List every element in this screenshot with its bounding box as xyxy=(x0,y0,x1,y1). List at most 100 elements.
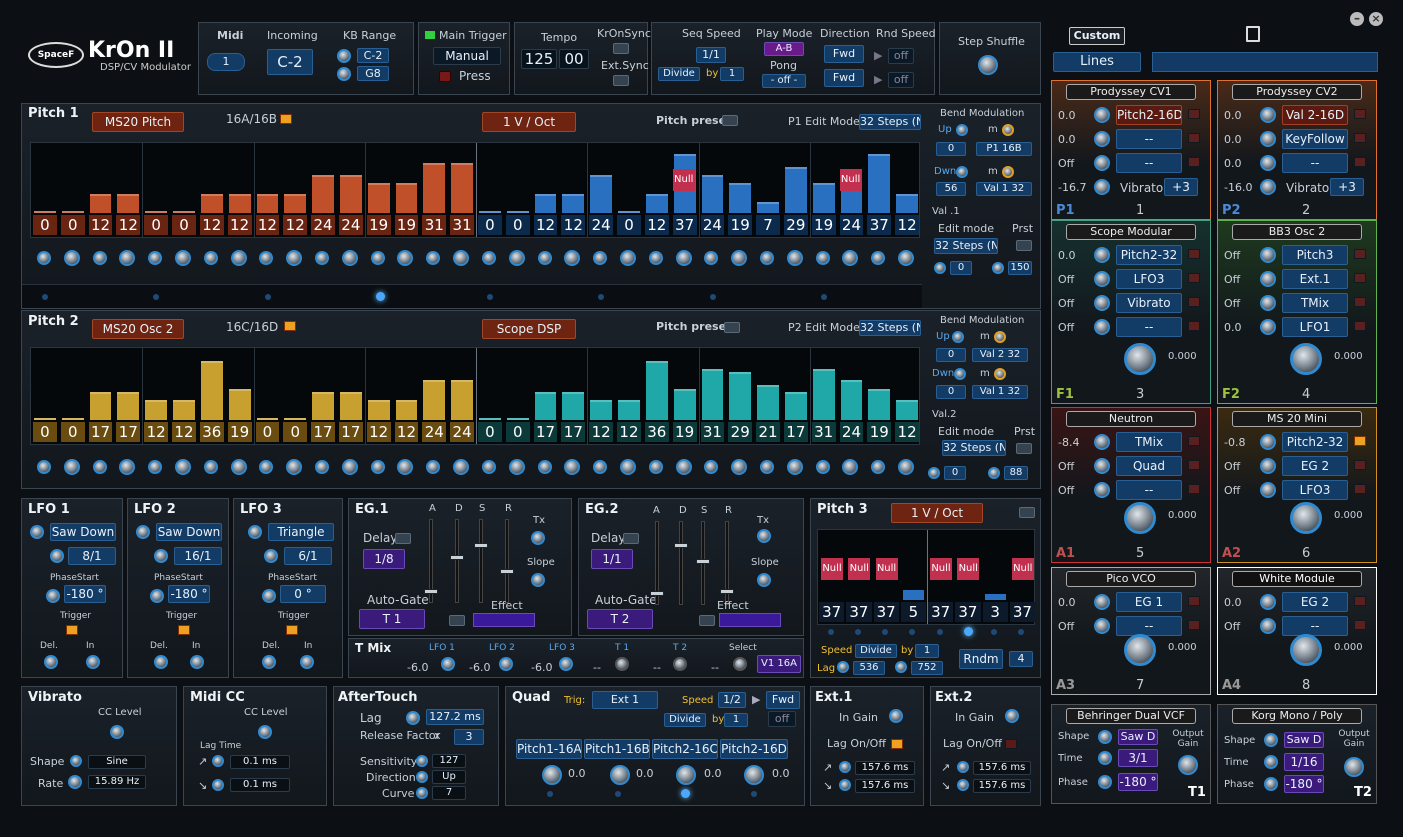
pitch1-bar[interactable] xyxy=(812,182,835,213)
pitch2-step-value[interactable]: 19 xyxy=(867,422,892,442)
ext1-lag-led[interactable] xyxy=(891,739,903,749)
vcf1-time-field[interactable]: 3/1 xyxy=(1118,749,1158,767)
pitch1-step-value[interactable]: 24 xyxy=(589,215,614,235)
pitch1-up-m-knob[interactable] xyxy=(1002,124,1014,136)
quad-trig-select[interactable]: Ext 1 xyxy=(592,691,658,709)
pitch2-step-value[interactable]: 12 xyxy=(617,422,641,442)
pitch1-step-knob[interactable] xyxy=(341,250,358,266)
tempo-integer[interactable]: 125 xyxy=(521,49,557,69)
ext2-lag1-field[interactable]: 157.6 ms xyxy=(973,761,1031,775)
eg2-delay-field[interactable]: 1/1 xyxy=(591,549,633,569)
pitch2-bar[interactable] xyxy=(645,360,668,420)
lfo2-rate-knob[interactable] xyxy=(154,549,168,563)
module-7-main-knob[interactable] xyxy=(1124,634,1156,666)
pitch1-bar[interactable] xyxy=(784,166,807,213)
quad-out3-select[interactable]: Pitch2-16C xyxy=(652,739,718,759)
pitch2-step-value[interactable]: 17 xyxy=(88,422,113,442)
pitch1-step-value[interactable]: 12 xyxy=(895,215,919,235)
pong-select[interactable]: - off - xyxy=(762,74,806,88)
pitch1-step-knob[interactable] xyxy=(508,250,525,266)
eg2-release-cap[interactable] xyxy=(720,589,734,594)
pitch3-step-value[interactable]: 37 xyxy=(928,602,954,622)
pitch2-step-value[interactable]: 24 xyxy=(422,422,447,442)
module-4-source-select[interactable]: Pitch3 xyxy=(1282,245,1348,265)
pitch1-bar[interactable] xyxy=(562,193,585,213)
pitch2-step-knob[interactable] xyxy=(871,460,886,474)
pitch2-step-value[interactable]: 31 xyxy=(700,422,725,442)
pitch1-bar[interactable] xyxy=(479,211,501,213)
midicc-lag1-knob[interactable] xyxy=(212,755,224,767)
pitch2-step-value[interactable]: 19 xyxy=(227,422,252,442)
pitch1-step-value[interactable]: 31 xyxy=(422,215,447,235)
play-arrow-1-icon[interactable]: ▶ xyxy=(874,49,882,62)
pitch2-step-knob[interactable] xyxy=(537,460,552,474)
quad-by-field[interactable]: 1 xyxy=(724,713,748,727)
step-shuffle-knob[interactable] xyxy=(978,55,998,75)
eg2-sustain-cap[interactable] xyxy=(696,559,710,564)
module-1-amount-knob[interactable] xyxy=(1094,131,1110,147)
module-7-amount-knob[interactable] xyxy=(1094,594,1110,610)
module-3-source-select[interactable]: Vibrato xyxy=(1116,293,1182,313)
eg1-slope-knob[interactable] xyxy=(531,573,545,587)
pitch1-bar[interactable] xyxy=(896,193,918,213)
pitch2-bar[interactable] xyxy=(562,391,585,420)
module-4-title[interactable]: BB3 Osc 2 xyxy=(1232,224,1362,240)
lfo3-wave-select[interactable]: Triangle xyxy=(268,523,334,541)
pitch2-step-knob[interactable] xyxy=(593,460,608,474)
module-6-source-select[interactable]: Pitch2-32 xyxy=(1282,432,1348,452)
direction-select-2[interactable]: Fwd xyxy=(824,69,864,87)
module-5-source-select[interactable]: -- xyxy=(1116,480,1182,500)
pitch2-edit-mode-select[interactable]: 32 Steps (N xyxy=(859,320,921,336)
pitch2-bar[interactable] xyxy=(451,380,473,420)
lfo3-rate-field[interactable]: 6/1 xyxy=(284,547,332,565)
vcf2-phase-field[interactable]: -180 ° xyxy=(1284,775,1324,793)
pitch1-bar[interactable] xyxy=(506,211,529,213)
pitch2-step-knob[interactable] xyxy=(786,459,803,475)
eg2-attack-cap[interactable] xyxy=(650,591,664,596)
tmix-lfo3-knob[interactable] xyxy=(559,657,573,671)
pitch3-lag1-knob[interactable] xyxy=(837,661,849,673)
quad-out2-select[interactable]: Pitch1-16B xyxy=(584,739,650,759)
ext1-lag2-field[interactable]: 157.6 ms xyxy=(855,779,915,793)
pitch1-step-knob[interactable] xyxy=(564,250,581,266)
vcf2-phase-knob[interactable] xyxy=(1264,777,1278,791)
pitch2-step-value[interactable]: 17 xyxy=(561,422,586,442)
lfo2-wave-select[interactable]: Saw Down xyxy=(156,523,222,541)
module-3-amount-knob[interactable] xyxy=(1094,247,1110,263)
pitch2-step-value[interactable]: 12 xyxy=(172,422,196,442)
pitch2-step-knob[interactable] xyxy=(174,459,191,475)
notes-icon[interactable] xyxy=(1246,26,1260,42)
vcf2-time-knob[interactable] xyxy=(1264,755,1278,769)
pitch1-bar[interactable] xyxy=(34,211,56,213)
lfo1-rate-field[interactable]: 8/1 xyxy=(68,547,116,565)
module-5-enable-led[interactable] xyxy=(1188,460,1200,470)
ext2-lag2-field[interactable]: 157.6 ms xyxy=(973,779,1031,793)
module-7-title[interactable]: Pico VCO xyxy=(1066,571,1196,587)
aftertouch-release-field[interactable]: 3 xyxy=(454,729,484,745)
pitch2-step-knob[interactable] xyxy=(148,460,163,474)
module-2-amount-knob[interactable] xyxy=(1260,155,1276,171)
module-4-enable-led[interactable] xyxy=(1354,321,1366,331)
pitch1-bar[interactable] xyxy=(534,193,557,213)
module-2-title[interactable]: Prodyssey CV2 xyxy=(1232,84,1362,100)
pitch1-bar[interactable] xyxy=(590,174,613,213)
pitch2-bar[interactable] xyxy=(757,385,779,420)
lfo1-wave-knob[interactable] xyxy=(30,525,44,539)
module-3-source-select[interactable]: LFO3 xyxy=(1116,269,1182,289)
lfo2-trigger-led[interactable] xyxy=(178,625,190,635)
pitch3-rndm-button[interactable]: Rndm xyxy=(959,649,1003,669)
module-7-amount-knob[interactable] xyxy=(1094,618,1110,634)
pitch1-bar[interactable] xyxy=(757,201,779,213)
module-6-source-select[interactable]: LFO3 xyxy=(1282,480,1348,500)
aftertouch-dir-select[interactable]: Up xyxy=(432,770,466,784)
pitch2-bar[interactable] xyxy=(673,388,696,420)
pitch2-bar[interactable] xyxy=(423,380,446,420)
lfo1-del-knob[interactable] xyxy=(44,655,58,669)
pitch2-bar[interactable] xyxy=(312,391,334,420)
eg2-gate-select[interactable]: T 2 xyxy=(587,609,653,629)
module-4-amount-knob[interactable] xyxy=(1260,295,1276,311)
eg2-effect-switch[interactable] xyxy=(699,615,715,626)
pitch2-edit-select[interactable]: 32 Steps (N xyxy=(942,440,1006,456)
pitch3-step-value[interactable]: 37 xyxy=(1009,602,1035,622)
eg1-release-cap[interactable] xyxy=(500,569,514,574)
